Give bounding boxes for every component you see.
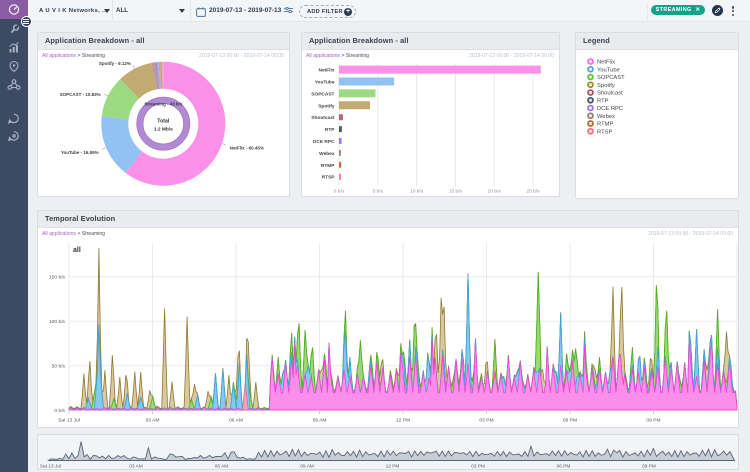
svg-text:Sat 13 Jul: Sat 13 Jul <box>40 464 61 470</box>
svg-text:09 PM: 09 PM <box>642 464 656 470</box>
svg-text:06 AM: 06 AM <box>215 464 229 470</box>
svg-text:12 PM: 12 PM <box>386 464 400 470</box>
svg-text:03 AM: 03 AM <box>129 464 143 470</box>
svg-text:03 PM: 03 PM <box>471 464 485 470</box>
svg-text:06 PM: 06 PM <box>557 464 571 470</box>
svg-text:09 AM: 09 AM <box>300 464 314 470</box>
